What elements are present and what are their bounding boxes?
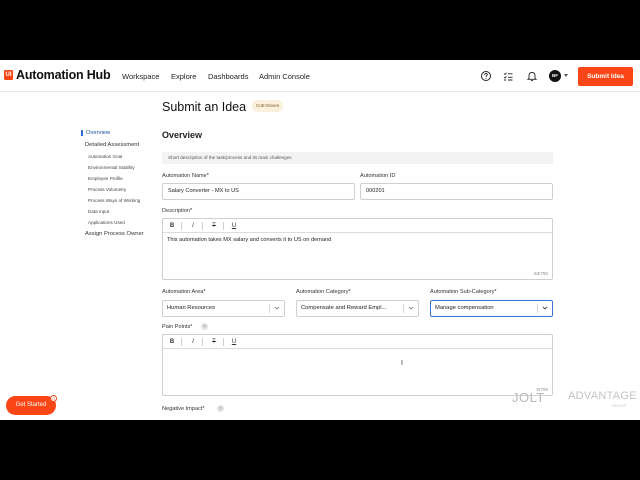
pain-points-toolbar: B I T U (163, 335, 552, 349)
description-label: Description* (162, 208, 193, 214)
user-avatar[interactable]: BF (549, 70, 561, 82)
italic-button[interactable]: I (189, 222, 197, 230)
sidebar-item-detailed-assessment[interactable]: Detailed Assessment (81, 142, 139, 148)
description-toolbar: B I T U (163, 219, 552, 233)
sidebar-item-process-ways-of-working[interactable]: Process Ways of Working (81, 198, 140, 203)
notification-bell-icon[interactable] (526, 70, 538, 82)
chevron-down-icon[interactable] (274, 305, 280, 311)
automation-area-label: Automation Area* (162, 289, 206, 295)
automation-category-value: Compensate and Reward Empl... (301, 305, 387, 311)
text-cursor-icon: I (401, 360, 403, 367)
get-started-button[interactable]: Get Started (6, 396, 56, 415)
underline-button[interactable]: U (230, 338, 238, 346)
coe-driven-badge: CoE-Driven (252, 100, 284, 112)
bold-button[interactable]: B (168, 222, 176, 230)
automation-subcategory-select[interactable]: Manage compensation (430, 300, 553, 317)
italic-button[interactable]: I (189, 338, 197, 346)
uipath-logo-icon[interactable]: UI (4, 70, 13, 80)
sidebar-item-assign-process-owner[interactable]: Assign Process Owner (81, 231, 144, 237)
help-circle-icon[interactable] (480, 70, 492, 82)
jolt-advantage-watermark: JOLT ADVANTAGE GROUP (512, 386, 637, 410)
sidebar-item-overview[interactable]: Overview (81, 130, 110, 136)
chevron-down-icon[interactable] (542, 305, 548, 311)
sidebar-item-environmental-stability[interactable]: Environmental Stability (81, 165, 135, 170)
automation-id-input[interactable]: 000201 (360, 183, 553, 200)
help-icon[interactable]: ? (201, 323, 208, 330)
toolbar-divider (223, 222, 224, 230)
toolbar-divider (181, 338, 182, 346)
select-divider (403, 304, 404, 313)
app-title[interactable]: Automation Hub (16, 68, 111, 82)
underline-button[interactable]: U (230, 222, 238, 230)
toolbar-divider (181, 222, 182, 230)
negative-impact-label: Negative Impact* (162, 406, 205, 412)
select-divider (269, 304, 270, 313)
watermark-group: GROUP (612, 403, 627, 408)
automation-name-input[interactable]: Salary Converter - MX to US (162, 183, 355, 200)
task-list-icon[interactable] (502, 70, 514, 82)
section-hint: Short description of the task/process an… (162, 152, 553, 164)
automation-name-label: Automation Name* (162, 173, 209, 179)
automation-category-select[interactable]: Compensate and Reward Empl... (296, 300, 419, 317)
get-started-count-badge: 0 (50, 395, 57, 402)
automation-area-select[interactable]: Human Resources (162, 300, 285, 317)
automation-area-value: Human Resources (167, 305, 216, 311)
automation-id-label: Automation ID (360, 173, 396, 179)
section-title: Overview (162, 130, 203, 140)
chevron-down-icon[interactable] (564, 74, 568, 77)
description-editor[interactable]: B I T U This automation takes MX salary … (162, 218, 553, 280)
toolbar-divider (202, 338, 203, 346)
description-text[interactable]: This automation takes MX salary and conv… (167, 237, 331, 243)
sidebar-item-applications-used[interactable]: Applications Used (81, 220, 125, 225)
chevron-down-icon[interactable] (408, 305, 414, 311)
toolbar-divider (202, 222, 203, 230)
pain-points-label: Pain Points* (162, 324, 193, 330)
nav-explore[interactable]: Explore (171, 72, 196, 81)
strikethrough-button[interactable]: T (210, 338, 218, 346)
nav-workspace[interactable]: Workspace (122, 72, 159, 81)
strikethrough-button[interactable]: T (210, 222, 218, 230)
select-divider (537, 304, 538, 313)
sidebar-item-automation-goal[interactable]: Automation Goal (81, 154, 122, 159)
automation-category-label: Automation Category* (296, 289, 351, 295)
watermark-jolt: JOLT (512, 390, 545, 405)
nav-admin-console[interactable]: Admin Console (259, 72, 310, 81)
page-title: Submit an Idea (162, 100, 247, 114)
automation-subcategory-label: Automation Sub-Category* (430, 289, 497, 295)
watermark-advantage: ADVANTAGE (568, 390, 637, 402)
submit-idea-button[interactable]: Submit Idea (578, 67, 633, 86)
description-char-counter: 63/750 (533, 271, 548, 276)
sidebar-item-process-volumetry[interactable]: Process Volumetry (81, 187, 126, 192)
toolbar-divider (223, 338, 224, 346)
nav-dashboards[interactable]: Dashboards (208, 72, 248, 81)
app-window: UI Automation Hub Workspace Explore Dash… (0, 60, 640, 420)
bold-button[interactable]: B (168, 338, 176, 346)
pain-points-editor[interactable]: B I T U 0/700 (162, 334, 553, 396)
automation-subcategory-value: Manage compensation (435, 305, 494, 311)
top-navigation-bar: UI Automation Hub Workspace Explore Dash… (0, 60, 640, 92)
sidebar-item-employee-profile[interactable]: Employee Profile (81, 176, 123, 181)
help-icon[interactable]: ? (217, 405, 224, 412)
sidebar-item-data-input[interactable]: Data Input (81, 209, 109, 214)
